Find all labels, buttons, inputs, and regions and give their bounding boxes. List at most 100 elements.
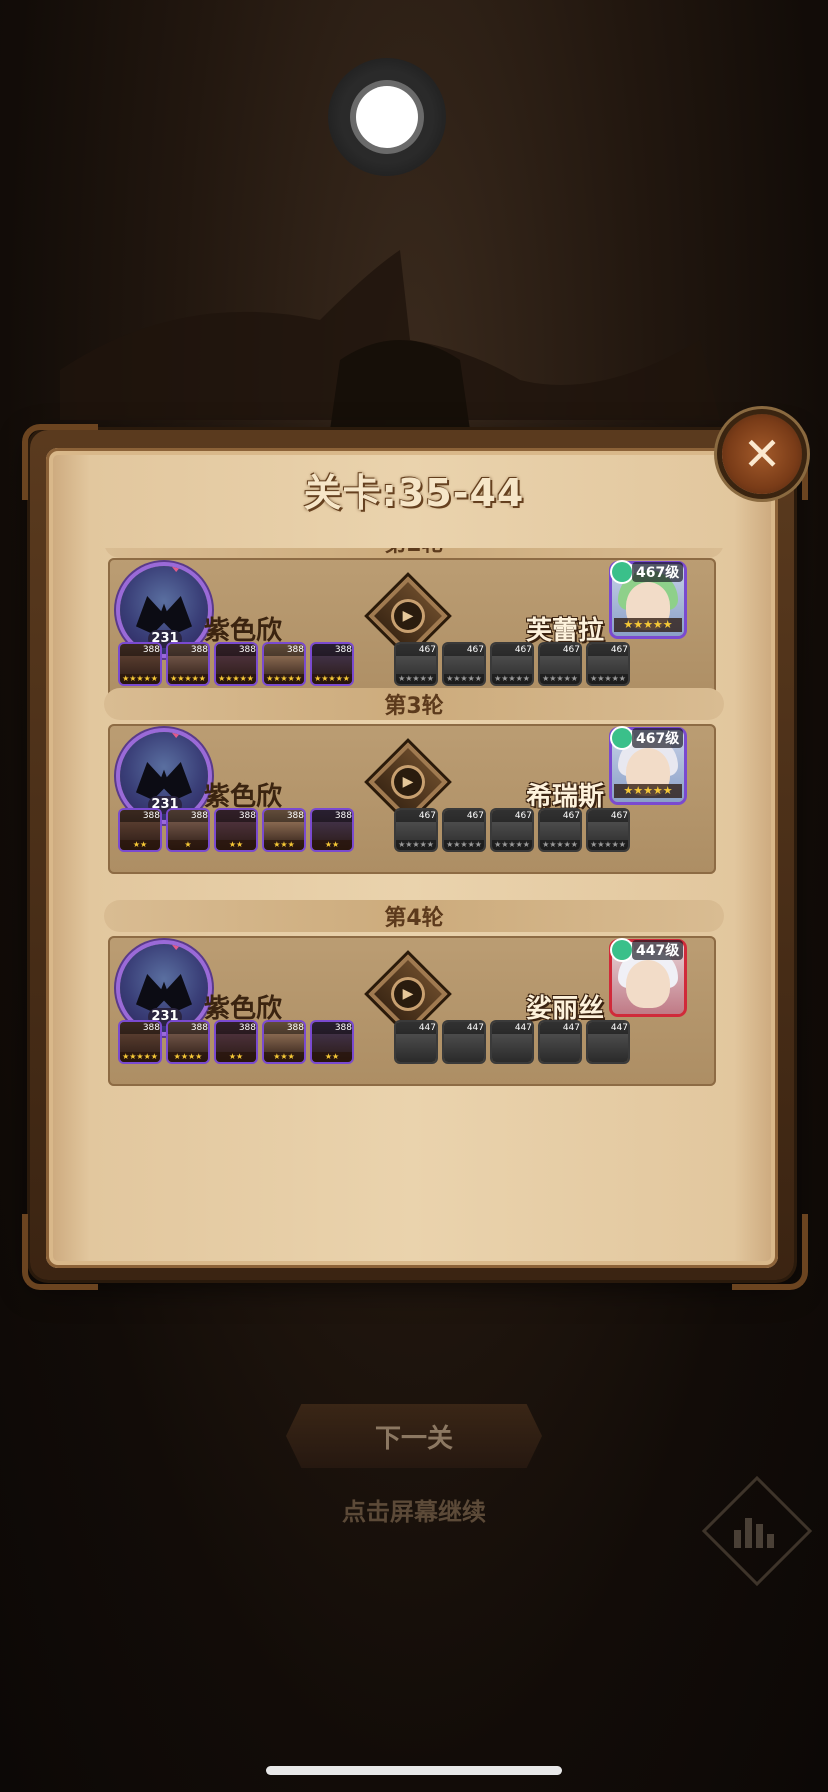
enemy-level: 447级 <box>632 940 684 960</box>
hero-level: 467 <box>444 644 484 656</box>
close-button[interactable]: ✕ <box>722 414 802 494</box>
hero-stars: ★★★ <box>264 840 304 850</box>
hero-level: 447 <box>540 1022 580 1034</box>
enemy-hero[interactable]: 467 ★★★★★ <box>444 644 484 684</box>
player-hero[interactable]: 388 ★★★★ <box>168 1022 208 1062</box>
round-header: 第2轮 <box>104 548 724 558</box>
hero-level: 388 <box>312 810 352 822</box>
enemy-hero[interactable]: 467 ★★★★★ <box>540 810 580 850</box>
screen-record-button[interactable] <box>328 58 446 176</box>
hero-level: 467 <box>492 644 532 656</box>
heart-icon: ♥ <box>170 732 183 742</box>
hero-stars: ★★★★★ <box>540 840 580 850</box>
enemy-name: 娑丽丝 <box>525 994 604 1024</box>
player-hero[interactable]: 388 ★★★★★ <box>264 644 304 684</box>
enemy-hero[interactable]: 467 ★★★★★ <box>492 644 532 684</box>
hero-level: 388 <box>312 1022 352 1034</box>
player-hero[interactable]: 388 ★★★★★ <box>120 644 160 684</box>
heart-hands-icon <box>136 596 192 634</box>
player-hero[interactable]: 388 ★ <box>168 810 208 850</box>
hero-stars: ★★ <box>312 1052 352 1062</box>
player-hero[interactable]: 388 ★★★★★ <box>168 644 208 684</box>
heart-icon: ♥ <box>170 566 183 576</box>
player-hero[interactable]: 388 ★★ <box>312 1022 352 1062</box>
round-header: 第4轮 <box>104 900 724 932</box>
player-name: 紫色欣 <box>204 782 283 812</box>
enemy-hero[interactable]: 467 ★★★★★ <box>444 810 484 850</box>
player-hero[interactable]: 388 ★★★★★ <box>216 644 256 684</box>
player-avatar[interactable]: ♥ 231 <box>120 944 208 1032</box>
hero-stars: ★★★★★ <box>492 674 532 684</box>
hero-level: 467 <box>540 644 580 656</box>
heart-hands-icon <box>136 974 192 1012</box>
player-hero[interactable]: 388 ★★ <box>216 810 256 850</box>
enemy-hero[interactable]: 467 ★★★★★ <box>540 644 580 684</box>
tap-to-continue-hint[interactable]: 点击屏幕继续 <box>0 1492 828 1527</box>
enemy-hero[interactable]: 467 ★★★★★ <box>396 644 436 684</box>
enemy-hero[interactable]: 447 <box>588 1022 628 1062</box>
player-avatar[interactable]: ♥ 231 <box>120 732 208 820</box>
enemy-hero[interactable]: 447 <box>540 1022 580 1062</box>
enemy-hero[interactable]: 447 <box>492 1022 532 1062</box>
rounds-list[interactable]: 第2轮♥231紫色欣▶芙蕾拉467级★★★★★388★★★★★388★★★★★3… <box>100 548 724 1220</box>
hero-stars: ★★★★★ <box>444 674 484 684</box>
enemy-hero[interactable]: 447 <box>444 1022 484 1062</box>
hero-level: 388 <box>168 810 208 822</box>
player-hero[interactable]: 388 ★★ <box>216 1022 256 1062</box>
round-card: ♥ 231 紫色欣 ▶ 娑丽丝 447级 388 ★★★★★ 388 ★★★★ 388 ★★ 388 ★★… <box>108 936 716 1086</box>
play-icon: ▶ <box>394 980 422 1008</box>
hero-stars: ★★★★★ <box>444 840 484 850</box>
hero-level: 388 <box>264 810 304 822</box>
hero-stars: ★★★★★ <box>264 674 304 684</box>
next-stage-button[interactable]: 下一关 <box>286 1404 542 1468</box>
home-indicator[interactable] <box>266 1766 562 1775</box>
enemy-level: 467级 <box>632 562 684 582</box>
hero-stars: ★★★★★ <box>588 840 628 850</box>
hero-level: 467 <box>588 810 628 822</box>
enemy-face <box>626 960 670 1008</box>
corner-ornament <box>732 1214 808 1290</box>
stage-title: 关卡:35-44 <box>303 471 525 515</box>
player-hero[interactable]: 388 ★★★ <box>264 1022 304 1062</box>
hero-level: 388 <box>120 1022 160 1034</box>
player-hero[interactable]: 388 ★★ <box>312 810 352 850</box>
enemy-name: 希瑞斯 <box>525 782 604 812</box>
hero-stars: ★★★★★ <box>312 674 352 684</box>
player-hero[interactable]: 388 ★★★★★ <box>120 1022 160 1062</box>
hero-stars: ★★★★★ <box>120 674 160 684</box>
hero-level: 388 <box>216 644 256 656</box>
round-card: ♥ 231 紫色欣 ▶ 希瑞斯 467级 ★★★★★ 388 ★★ 388 ★ 388 ★★ 388 ★★★… <box>108 724 716 874</box>
hero-stars: ★★★★★ <box>492 840 532 850</box>
play-icon: ▶ <box>394 768 422 796</box>
hero-stars: ★ <box>168 840 208 850</box>
hero-level: 388 <box>216 810 256 822</box>
player-hero[interactable]: 388 ★★★ <box>264 810 304 850</box>
player-avatar[interactable]: ♥ 231 <box>120 566 208 654</box>
round-card: ♥ 231 紫色欣 ▶ 芙蕾拉 467级 ★★★★★ 388 ★★★★★ 388 ★★★★★ 388 ★… <box>108 558 716 708</box>
enemy-hero[interactable]: 467 ★★★★★ <box>588 810 628 850</box>
hero-stars: ★★★★★ <box>396 840 436 850</box>
hero-stars: ★★★★★ <box>540 674 580 684</box>
player-hero[interactable]: 388 ★★ <box>120 810 160 850</box>
hero-level: 467 <box>492 810 532 822</box>
background-silhouette <box>60 250 720 430</box>
bar-chart-icon <box>732 1508 776 1548</box>
hero-level: 388 <box>120 810 160 822</box>
heart-icon: ♥ <box>170 944 183 954</box>
enemy-hero[interactable]: 467 ★★★★★ <box>492 810 532 850</box>
hero-level: 447 <box>588 1022 628 1034</box>
close-icon: ✕ <box>742 427 782 481</box>
player-hero[interactable]: 388 ★★★★★ <box>312 644 352 684</box>
hero-level: 467 <box>444 810 484 822</box>
hero-level: 447 <box>396 1022 436 1034</box>
enemy-hero[interactable]: 467 ★★★★★ <box>588 644 628 684</box>
player-name: 紫色欣 <box>204 994 283 1024</box>
hero-stars: ★★★★ <box>168 1052 208 1062</box>
hero-stars: ★★★ <box>264 1052 304 1062</box>
enemy-hero[interactable]: 467 ★★★★★ <box>396 810 436 850</box>
enemy-hero[interactable]: 447 <box>396 1022 436 1062</box>
hero-stars: ★★★★★ <box>396 674 436 684</box>
enemy-stars: ★★★★★ <box>614 784 682 798</box>
hero-level: 447 <box>492 1022 532 1034</box>
hero-stars: ★★★★★ <box>216 674 256 684</box>
